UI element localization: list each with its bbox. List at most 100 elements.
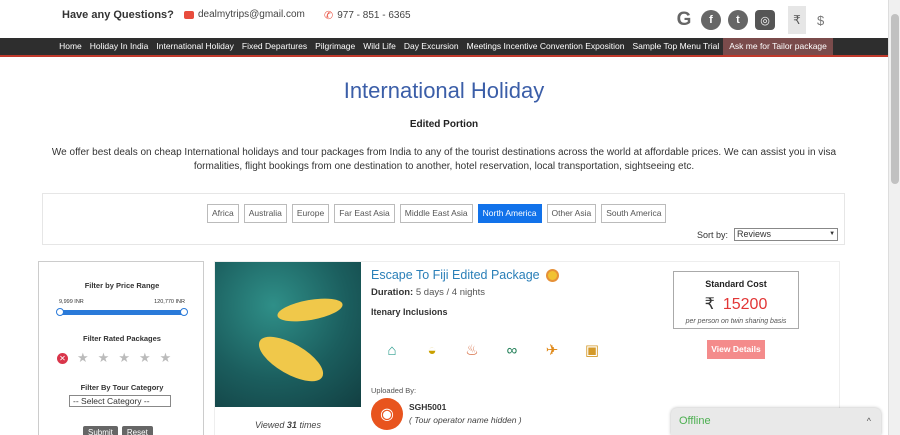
cost-box: Standard Cost ₹15200 per person on twin … — [673, 271, 799, 329]
price-max-handle[interactable] — [180, 308, 188, 316]
flight-icon: ✈ — [545, 342, 559, 359]
chevron-up-icon[interactable]: ^ — [867, 416, 871, 426]
phone-text: 977 - 851 - 6365 — [337, 10, 411, 21]
chat-status: Offline — [679, 415, 711, 427]
tripadvisor-icon: ∞ — [506, 341, 518, 359]
twitter-icon[interactable]: t — [728, 10, 748, 30]
region-chips: Africa Australia Europe Far East Asia Mi… — [207, 204, 667, 223]
nav-international-holiday[interactable]: International Holiday — [152, 38, 238, 55]
package-name-link[interactable]: Escape To Fiji Edited Package — [371, 268, 559, 282]
submit-button[interactable]: Submit — [83, 426, 118, 435]
price-range-slider[interactable] — [56, 308, 188, 316]
price-range-labels: 9,999 INR 120,770 INR — [59, 299, 185, 305]
region-chip-middle-east-asia[interactable]: Middle East Asia — [399, 204, 473, 223]
sort-select[interactable]: Reviews — [734, 228, 839, 241]
sightseeing-icon: ▣ — [584, 342, 600, 359]
google-icon[interactable]: G — [674, 9, 694, 30]
filter-buttons: Submit Reset — [83, 426, 153, 435]
phone-icon: ✆ — [324, 10, 334, 22]
duration-label: Duration: — [371, 287, 414, 298]
sort-control: Sort by: Reviews — [697, 228, 839, 241]
star-icon[interactable]: ★ — [139, 350, 151, 366]
operator-avatar-icon: ◉ — [371, 398, 403, 430]
nav-wild-life[interactable]: Wild Life — [359, 38, 400, 55]
nav-fixed-departures[interactable]: Fixed Departures — [238, 38, 311, 55]
price-filter-title: Filter by Price Range — [84, 281, 160, 290]
cost-note: per person on twin sharing basis — [685, 318, 787, 325]
clear-rating-icon[interactable]: ✕ — [57, 352, 68, 364]
top-bar: Have any Questions? dealmytrips@gmail.co… — [0, 0, 888, 38]
nav-holiday-in-india[interactable]: Holiday In India — [86, 38, 153, 55]
scrollbar-thumb[interactable] — [891, 14, 899, 184]
page-subtitle: Edited Portion — [409, 119, 479, 130]
price-min-handle[interactable] — [56, 308, 64, 316]
main-nav: Home Holiday In India International Holi… — [0, 38, 888, 57]
meal-bowl-icon: ◒ — [427, 341, 437, 359]
reset-button[interactable]: Reset — [121, 426, 153, 435]
nav-mice[interactable]: Meetings Incentive Convention Exposition — [463, 38, 629, 55]
region-chip-south-america[interactable]: South America — [601, 204, 667, 223]
filter-sidebar: Filter by Price Range 9,999 INR 120,770 … — [38, 261, 204, 435]
nav-pilgrimage[interactable]: Pilgrimage — [311, 38, 359, 55]
region-chip-australia[interactable]: Australia — [243, 204, 287, 223]
region-chip-europe[interactable]: Europe — [291, 204, 330, 223]
paddleboard-shape — [252, 328, 330, 390]
package-name: Escape To Fiji Edited Package — [371, 268, 540, 282]
uploaded-by-label: Uploaded By: — [371, 386, 417, 395]
price-max: 120,770 INR — [154, 299, 185, 305]
rupee-currency-button[interactable]: ₹ — [788, 6, 806, 34]
facebook-icon[interactable]: f — [701, 10, 721, 30]
views-prefix: Viewed — [255, 420, 285, 430]
paddleboard-shape — [275, 294, 345, 326]
cost-value: 15200 — [722, 296, 768, 313]
sort-label: Sort by: — [697, 229, 729, 240]
nav-day-excursion[interactable]: Day Excursion — [400, 38, 463, 55]
views-suffix: times — [299, 420, 321, 430]
nav-home[interactable]: Home — [55, 38, 86, 55]
operator-note: ( Tour operator name hidden ) — [409, 415, 522, 425]
offline-chat-widget[interactable]: Offline ^ — [671, 408, 881, 435]
star-icon[interactable]: ★ — [160, 350, 172, 366]
star-icon[interactable]: ★ — [118, 350, 130, 366]
award-medal-icon — [545, 268, 559, 282]
operator-code: SGH5001 — [409, 402, 447, 412]
page-scrollbar[interactable] — [888, 0, 900, 435]
hotel-icon: ⌂ — [387, 341, 397, 359]
phone-link[interactable]: ✆ 977 - 851 - 6365 — [324, 9, 411, 22]
email-link[interactable]: dealmytrips@gmail.com — [184, 9, 305, 20]
view-details-button[interactable]: View Details — [707, 340, 765, 359]
rating-filter: ✕ ★ ★ ★ ★ ★ — [57, 350, 171, 366]
dollar-currency-button[interactable]: $ — [817, 13, 824, 28]
instagram-icon[interactable]: ◎ — [755, 10, 775, 30]
price-min: 9,999 INR — [59, 299, 84, 305]
nav-tailor-package[interactable]: Ask me for Tailor package — [723, 38, 833, 55]
restaurant-icon: ♨ — [465, 342, 479, 359]
region-filter-box: Africa Australia Europe Far East Asia Mi… — [42, 193, 845, 245]
cost-label: Standard Cost — [705, 279, 767, 289]
question-text: Have any Questions? — [62, 9, 174, 21]
cost-value-row: ₹15200 — [674, 294, 798, 314]
rated-filter-title: Filter Rated Packages — [83, 334, 161, 343]
rupee-icon: ₹ — [704, 296, 715, 313]
page-description: We offer best deals on cheap Internation… — [51, 147, 837, 172]
region-chip-far-east-asia[interactable]: Far East Asia — [334, 204, 395, 223]
region-chip-other-asia[interactable]: Other Asia — [546, 204, 597, 223]
star-icon[interactable]: ★ — [98, 350, 110, 366]
mail-icon — [184, 10, 194, 19]
nav-sample-top-menu[interactable]: Sample Top Menu Trial — [628, 38, 723, 55]
social-links: G f t ◎ ₹ $ — [674, 6, 824, 34]
package-photo[interactable] — [215, 262, 361, 407]
inclusion-icons: ⌂ ◒ ♨ ∞ ✈ ▣ — [381, 341, 603, 360]
region-chip-africa[interactable]: Africa — [207, 204, 239, 223]
category-filter-title: Filter By Tour Category — [80, 383, 164, 392]
duration: Duration: 5 days / 4 nights — [371, 287, 485, 298]
page-title: International Holiday — [343, 78, 545, 103]
views-number: 31 — [286, 420, 297, 430]
inclusions-title: Itenary Inclusions — [371, 307, 448, 317]
star-icon[interactable]: ★ — [77, 350, 89, 366]
view-count: Viewed 31 times — [215, 420, 361, 430]
region-chip-north-america[interactable]: North America — [477, 204, 542, 223]
category-select[interactable]: -- Select Category -- — [69, 395, 171, 407]
email-text: dealmytrips@gmail.com — [198, 9, 305, 20]
duration-value: 5 days / 4 nights — [415, 287, 486, 298]
